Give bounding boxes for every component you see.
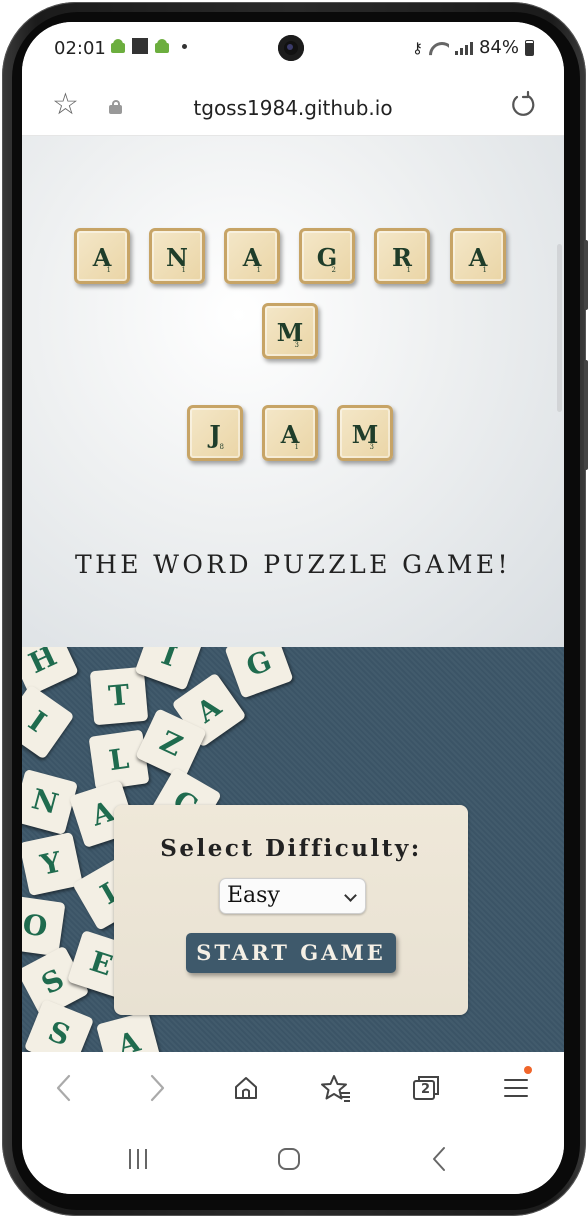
back-arrow-icon[interactable] [44,1070,84,1106]
battery-percent: 84% [478,37,519,58]
background-tile: I [22,684,75,760]
chevron-down-icon [344,889,357,902]
android-icon [154,38,170,54]
title-tile: A1 [450,228,506,284]
tab-count: 2 [421,1082,431,1097]
camera-punch-hole [278,35,304,61]
home-button-icon[interactable] [269,1144,309,1174]
home-icon[interactable] [226,1070,266,1106]
power-button [584,360,588,470]
hero-section: A1 N1 A1 G2 R1 A1 M3 J8 A1 M3 THE WORD P… [22,136,564,647]
volume-button [584,240,588,310]
status-time: 02:01 [54,38,106,59]
system-nav-bar [22,1124,564,1194]
notification-icons [110,38,187,54]
menu-icon[interactable] [496,1066,536,1106]
battery-icon [525,39,534,56]
system-status-icons: ⚷ 84% [412,37,534,58]
title-tile: A1 [224,228,280,284]
back-icon[interactable] [420,1144,460,1174]
status-bar: 02:01 ⚷ 84% [22,22,564,80]
tagline: THE WORD PUZZLE GAME! [75,550,511,579]
difficulty-select[interactable]: Easy [219,878,366,914]
forward-arrow-icon[interactable] [137,1070,177,1106]
browser-bottom-nav: 2 [22,1052,564,1124]
title-tile: G2 [299,228,355,284]
key-icon: ⚷ [411,38,423,57]
square-icon [132,38,148,54]
title-tile: J8 [187,405,243,461]
background-tile: A [95,1010,163,1052]
recent-apps-icon[interactable] [118,1144,158,1174]
notification-dot [524,1066,532,1074]
difficulty-panel: Select Difficulty: Easy START GAME [114,805,468,1015]
wifi-icon [429,40,449,56]
title-tile: A1 [74,228,130,284]
title-tile: R1 [374,228,430,284]
game-board-section: H T I G A I L Z N A C Y O I S E S A Sele… [22,647,564,1052]
title-tile: N1 [149,228,205,284]
title-tile: M3 [337,405,393,461]
background-tile: T [89,666,149,726]
phone-screen: 02:01 ⚷ 84% ☆ tgoss1984.github.io A1 N 1… [22,22,564,1194]
title-tile: A1 [262,405,318,461]
title-tile: M3 [262,303,318,359]
reload-icon[interactable] [508,90,538,120]
background-tile: S [23,998,95,1052]
browser-url-bar: ☆ tgoss1984.github.io [22,80,564,136]
url-text[interactable]: tgoss1984.github.io [22,96,564,120]
signal-icon [454,41,473,55]
tabs-icon[interactable]: 2 [406,1070,446,1106]
scrollbar[interactable] [557,244,562,412]
background-tile: N [22,768,79,836]
difficulty-selected-value: Easy [227,883,280,908]
bookmarks-icon[interactable] [316,1070,356,1106]
dot-icon [182,43,187,49]
start-game-button[interactable]: START GAME [186,933,396,973]
android-icon [110,38,126,54]
background-tile: G [224,647,294,699]
difficulty-label: Select Difficulty: [160,835,422,862]
